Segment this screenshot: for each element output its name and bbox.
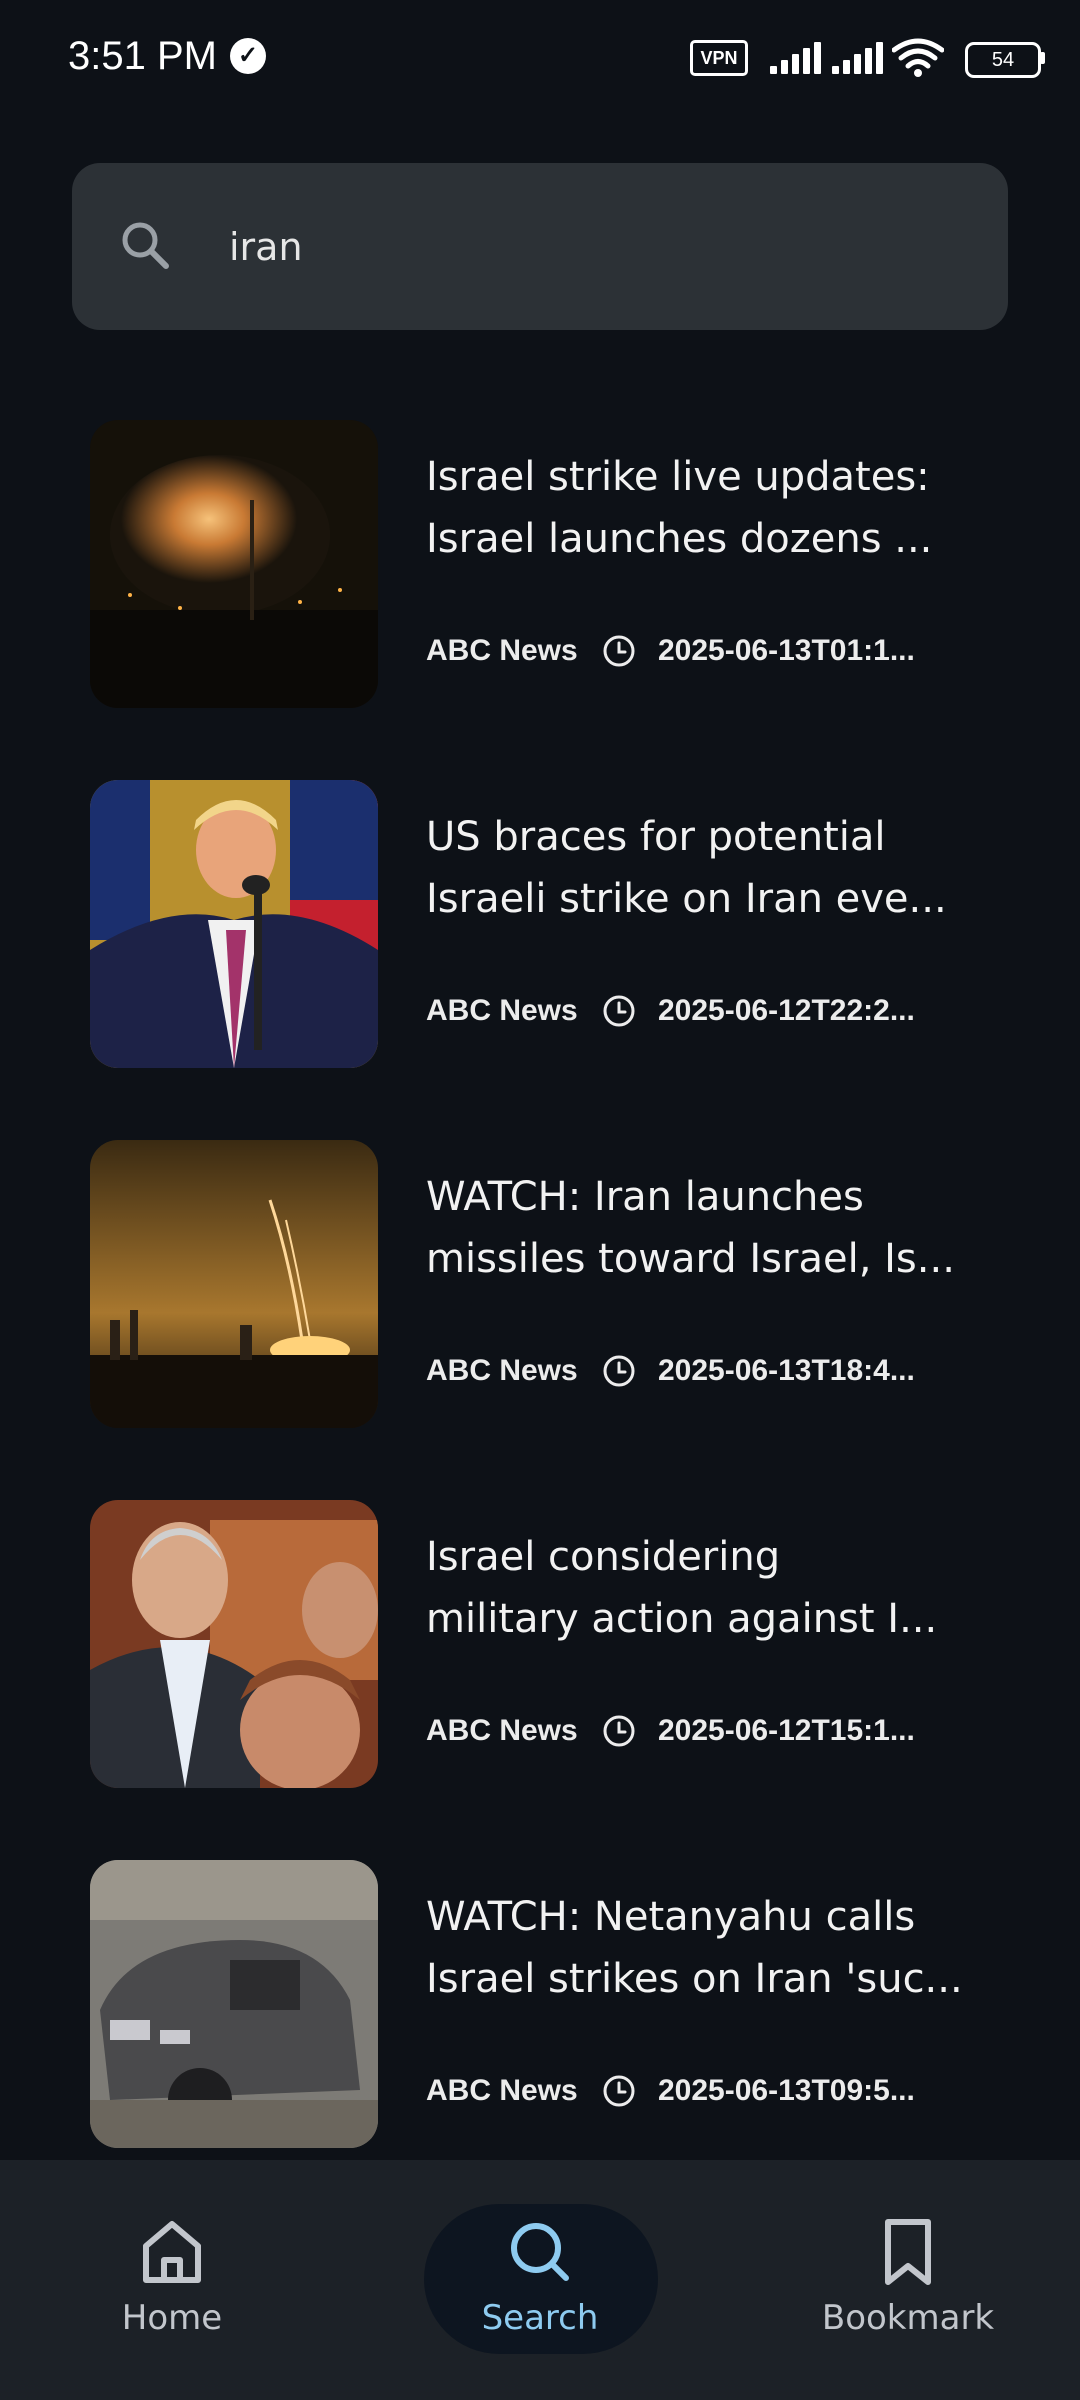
news-date: 2025-06-12T15:1... [658, 1714, 915, 1747]
news-title-line: WATCH: Netanyahu calls [426, 1894, 916, 1940]
news-source: ABC News [426, 1354, 578, 1387]
home-icon [143, 2221, 201, 2283]
search-bar[interactable] [72, 163, 1008, 330]
news-title: Israel strike live updates: Israel launc… [426, 446, 1046, 570]
news-thumbnail [90, 780, 378, 1068]
news-title: WATCH: Iran launches missiles toward Isr… [426, 1166, 1046, 1290]
news-meta: ABC News 2025-06-13T18:4... [426, 1354, 1046, 1394]
vpn-badge: VPN [690, 40, 748, 76]
search-icon [511, 2223, 569, 2281]
news-meta: ABC News 2025-06-12T22:2... [426, 994, 1046, 1034]
nav-item-home[interactable]: Home [52, 2160, 292, 2400]
vpn-app-icon: ✓ [230, 38, 266, 74]
nav-label-search: Search [481, 2298, 599, 2338]
news-meta: ABC News 2025-06-13T01:1... [426, 634, 1046, 674]
news-title-line: missiles toward Israel, Is... [426, 1236, 955, 1282]
bottom-navigation: Home Search Bookmark [0, 2160, 1080, 2400]
news-date: 2025-06-13T01:1... [658, 634, 915, 667]
battery-icon: 54 [965, 42, 1041, 78]
search-icon [122, 222, 169, 269]
bookmark-icon [885, 2219, 931, 2285]
news-item[interactable]: Israel considering military action again… [90, 1500, 1030, 1790]
news-title-line: Israel considering [426, 1534, 781, 1580]
news-item[interactable]: WATCH: Iran launches missiles toward Isr… [90, 1140, 1030, 1430]
news-thumbnail [90, 1860, 378, 2148]
news-title-line: WATCH: Iran launches [426, 1174, 864, 1220]
nav-label-home: Home [121, 2298, 223, 2338]
news-title: Israel considering military action again… [426, 1526, 1046, 1650]
clock-icon [603, 2075, 635, 2107]
news-title-line: Israeli strike on Iran eve... [426, 876, 947, 922]
news-date: 2025-06-13T09:5... [658, 2074, 915, 2107]
news-thumbnail [90, 420, 378, 708]
clock-icon [603, 635, 635, 667]
nav-item-search[interactable]: Search [420, 2160, 660, 2400]
clock-icon [603, 995, 635, 1027]
news-meta: ABC News 2025-06-13T09:5... [426, 2074, 1046, 2114]
status-time: 3:51 PM [68, 34, 217, 78]
news-date: 2025-06-12T22:2... [658, 994, 915, 1027]
nav-item-bookmark[interactable]: Bookmark [788, 2160, 1028, 2400]
news-thumbnail [90, 1500, 378, 1788]
news-source: ABC News [426, 634, 578, 667]
news-title-line: Israel strike live updates: [426, 454, 930, 500]
news-title: US braces for potential Israeli strike o… [426, 806, 1046, 930]
news-source: ABC News [426, 994, 578, 1027]
news-meta: ABC News 2025-06-12T15:1... [426, 1714, 1046, 1754]
signal-icon [770, 40, 826, 74]
news-thumbnail [90, 1140, 378, 1428]
news-source: ABC News [426, 1714, 578, 1747]
wifi-icon [892, 38, 944, 77]
clock-icon [603, 1715, 635, 1747]
news-title-line: US braces for potential [426, 814, 886, 860]
news-title-line: Israel strikes on Iran 'suc... [426, 1956, 963, 2002]
news-title: WATCH: Netanyahu calls Israel strikes on… [426, 1886, 1046, 2010]
nav-label-bookmark: Bookmark [821, 2298, 995, 2338]
status-indicators: VPN 54 [660, 38, 1080, 78]
news-item[interactable]: WATCH: Netanyahu calls Israel strikes on… [90, 1860, 1030, 2150]
news-title-line: military action against I... [426, 1596, 938, 1642]
news-date: 2025-06-13T18:4... [658, 1354, 915, 1387]
search-input[interactable] [227, 211, 971, 283]
clock-icon [603, 1355, 635, 1387]
news-item[interactable]: US braces for potential Israeli strike o… [90, 780, 1030, 1070]
news-item[interactable]: Israel strike live updates: Israel launc… [90, 420, 1030, 710]
news-title-line: Israel launches dozens ... [426, 516, 933, 562]
news-source: ABC News [426, 2074, 578, 2107]
battery-tip [1040, 52, 1045, 64]
status-bar: 3:51 PM ✓ VPN 54 [0, 0, 1080, 118]
signal-icon-2 [832, 40, 888, 74]
